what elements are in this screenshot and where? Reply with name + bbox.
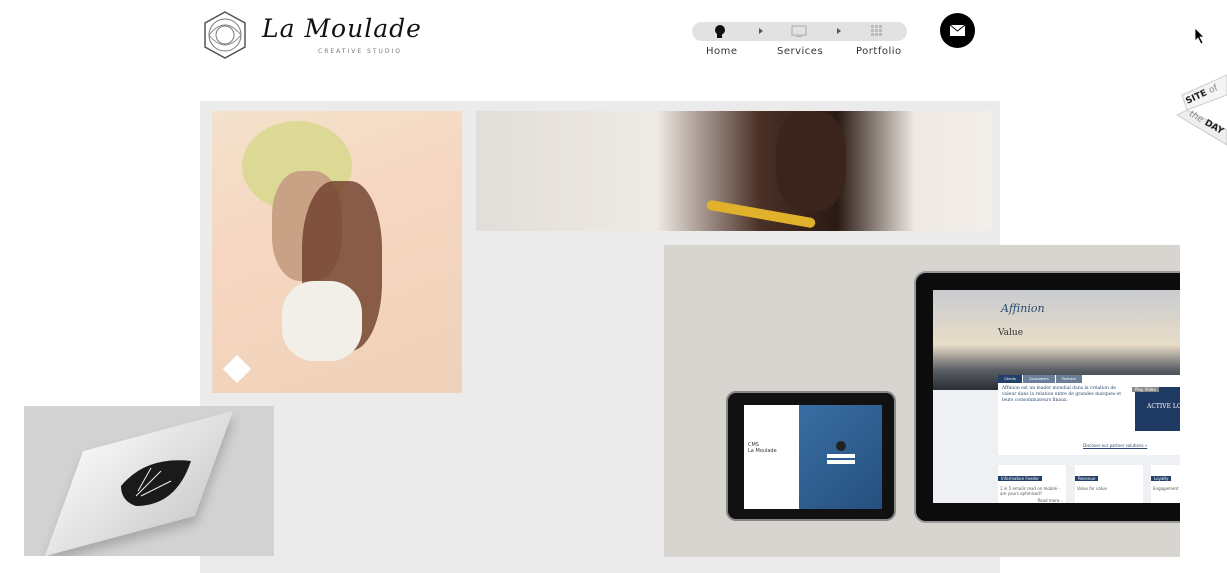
card-title: Value for value [1077,486,1107,491]
ribbon-icon [1175,74,1227,146]
monitor-icon[interactable] [791,25,807,38]
card-title: Engagement and... [1153,486,1180,491]
read-more: Read more... [1037,498,1064,503]
large-tablet: Affinion Value Clients Consumers Partner… [914,271,1180,523]
play-video-tag: Play Video [1132,387,1159,392]
logo-tagline: CREATIVE STUDIO [318,48,403,55]
portfolio-item-smiling-man[interactable] [476,111,992,231]
portfolio-item-paper-logo[interactable] [24,406,274,556]
card-title: 1 in 5 emails read on mobile - are yours… [1000,486,1060,496]
nav-portfolio[interactable]: Portfolio [856,46,902,57]
mail-icon [949,24,966,36]
site-of-the-day-badge[interactable]: SITE of the DAY [1167,70,1227,150]
tab-clients: Clients [998,375,1022,383]
main-nav [692,22,907,41]
diamond-icon [222,354,252,384]
card-label: Information Feeder [998,476,1043,481]
card-label: Loyalty [1151,476,1172,481]
card-label: Revenue [1075,476,1099,481]
arrow-icon [837,28,841,34]
logo-emblem-icon[interactable] [200,10,250,60]
cms-subtitle: La Moulade [748,448,777,454]
hero-word: Value [998,328,1024,338]
tab-partners: Partners [1055,375,1083,383]
tab-consumers: Consumers [1022,375,1055,383]
small-tablet: CMS La Moulade [726,391,896,521]
contact-button[interactable] [940,13,975,48]
logo-wordmark[interactable]: La Moulade [262,14,422,43]
nav-home[interactable]: Home [706,46,738,57]
promo-box: ACTIVE LOYALTY [1135,387,1180,431]
leaf-logo-icon [121,460,191,506]
headline: Affinion est un leader mondial dans la c… [1002,386,1122,403]
grid-icon[interactable] [871,25,883,37]
head-icon[interactable] [714,25,726,38]
portfolio-item-tablets[interactable]: CMS La Moulade Affinion Value Clients Co… [664,245,1180,557]
nav-services[interactable]: Services [777,46,823,57]
affinion-logo: Affinion [1001,302,1045,315]
arrow-icon [759,28,763,34]
cursor-icon [1194,27,1205,45]
portfolio-item-woman-hat[interactable] [212,111,462,393]
partner-link: Discover our partner solutions » [1083,443,1148,448]
